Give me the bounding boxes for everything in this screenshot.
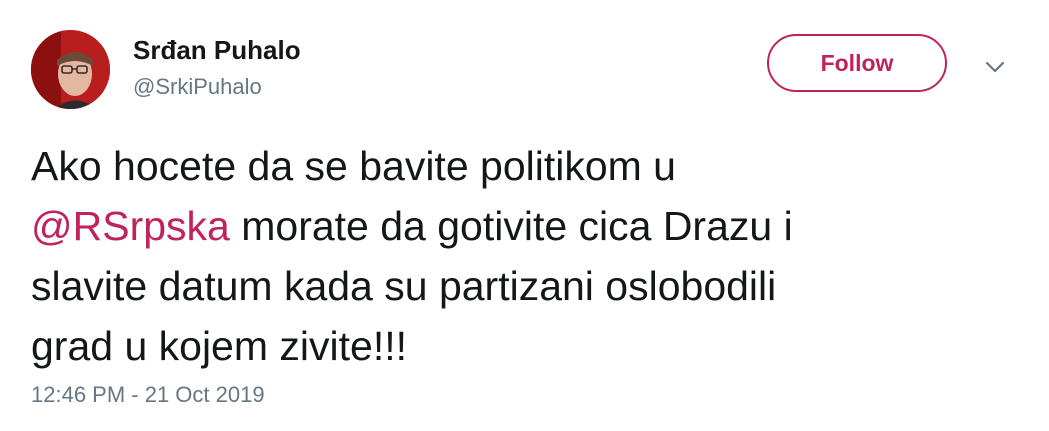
user-handle[interactable]: @SrkiPuhalo — [133, 73, 262, 101]
timestamp-link[interactable]: 12:46 PM - 21 Oct 2019 — [31, 381, 265, 409]
tweet-line: @RSrpska morate da gotivite cica Drazu i — [31, 196, 1021, 256]
mention-link[interactable]: @RSrpska — [31, 203, 230, 249]
follow-button[interactable]: Follow — [767, 34, 947, 92]
display-name[interactable]: Srđan Puhalo — [133, 34, 301, 66]
tweet-line: grad u kojem zivite!!! — [31, 323, 407, 369]
tweet-line-text: morate da gotivite cica Drazu i — [229, 203, 793, 249]
profile-photo — [31, 30, 110, 109]
tweet-text: Ako hocete da se bavite politikom u @RSr… — [31, 136, 1021, 376]
tweet-line: slavite datum kada su partizani oslobodi… — [31, 263, 777, 309]
tweet-line: Ako hocete da se bavite politikom u — [31, 143, 676, 189]
chevron-down-icon[interactable] — [983, 57, 1007, 77]
avatar[interactable] — [31, 30, 110, 109]
